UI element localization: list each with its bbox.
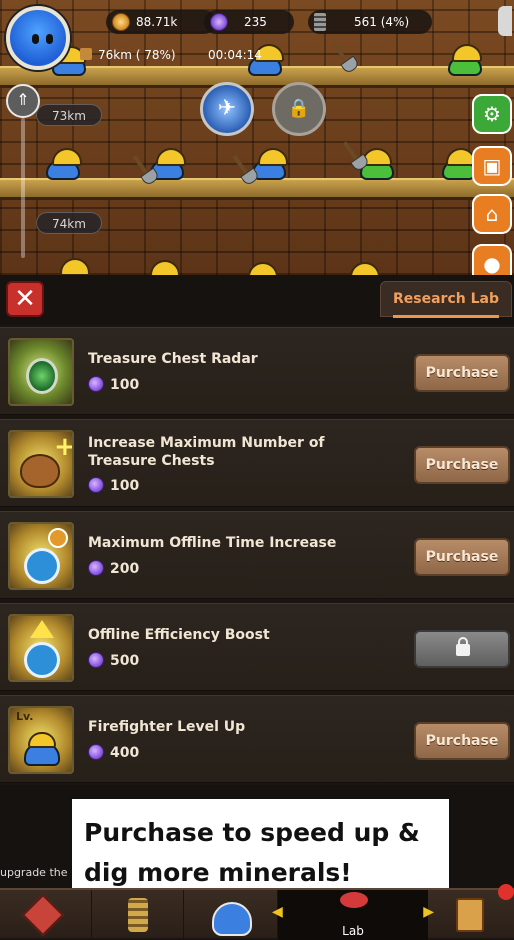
- depth-scroll-track[interactable]: [21, 118, 25, 258]
- miner-helmet: [248, 262, 278, 275]
- settings-gear-button[interactable]: ⚙: [472, 94, 512, 134]
- nav-drill[interactable]: [92, 890, 184, 940]
- wallet-icon: ▣: [482, 154, 502, 178]
- cost-value: 400: [110, 745, 140, 761]
- depth-progress: 76km ( 78%) 00:04:14: [80, 46, 280, 66]
- close-button[interactable]: ✕: [6, 281, 44, 317]
- caption-line-2: dig more minerals!: [84, 858, 352, 887]
- research-item: Lv. Firefighter Level Up 400 Purchase: [0, 695, 514, 783]
- gold-value: 88.71k: [136, 15, 178, 29]
- chevron-left-icon: ◀: [272, 904, 283, 920]
- purchase-button[interactable]: Purchase: [414, 354, 510, 392]
- shovel-icon: [232, 155, 252, 179]
- mineral-icon: [21, 893, 65, 937]
- nav-slime[interactable]: [184, 890, 278, 940]
- purchase-button[interactable]: Purchase: [414, 538, 510, 576]
- gem-counter: 235: [204, 10, 294, 34]
- research-name: Offline Efficiency Boost: [88, 627, 270, 643]
- shop-button[interactable]: ⌂: [472, 194, 512, 234]
- gem-value: 235: [244, 15, 267, 29]
- research-panel-header: ✕ Research Lab: [0, 275, 514, 325]
- gem-icon: [88, 652, 104, 668]
- close-icon: ✕: [14, 284, 36, 314]
- depth-marker: 74km: [36, 212, 102, 234]
- offline-boost-icon: [8, 614, 74, 682]
- firefighter-level-icon: Lv.: [8, 706, 74, 774]
- scroll-up-button[interactable]: ⇑: [6, 84, 40, 118]
- miner-helmet: [150, 260, 180, 275]
- nav-lab[interactable]: ◀ Lab ▶: [272, 890, 434, 940]
- locked-button[interactable]: [414, 630, 510, 668]
- shovel-icon: [342, 141, 362, 165]
- research-item: Offline Efficiency Boost 500: [0, 603, 514, 691]
- player-avatar[interactable]: [6, 6, 70, 70]
- research-item: Treasure Chest Radar 100 Purchase: [0, 327, 514, 415]
- capacity-value: 561 (4%): [354, 15, 410, 29]
- bottom-navigation: ◀ Lab ▶: [0, 884, 514, 940]
- gem-icon: [210, 13, 228, 31]
- nav-quest[interactable]: [428, 884, 514, 940]
- mine-ledge: [0, 178, 514, 200]
- notification-dot: [498, 884, 514, 900]
- research-cost: 100: [88, 477, 139, 494]
- offline-time-icon: [8, 522, 74, 590]
- lab-icon: [340, 892, 368, 908]
- hint-text: upgrade the c: [0, 866, 72, 879]
- mine-game-view: 73km 74km ⇑ ✈ 🔒 88.71k 235 561 (4%) 76km…: [0, 0, 514, 275]
- drill-capacity-icon: [314, 13, 326, 31]
- depth-progress-text: 76km ( 78%): [98, 48, 176, 62]
- research-cost: 200: [88, 560, 139, 577]
- purchase-button[interactable]: Purchase: [414, 446, 510, 484]
- research-name: Increase Maximum Number of Treasure Ches…: [88, 435, 325, 469]
- research-cost: 100: [88, 376, 139, 393]
- miner-helmet: [60, 258, 90, 275]
- scroll-quest-icon: [456, 898, 484, 932]
- research-name: Treasure Chest Radar: [88, 351, 258, 367]
- gold-counter: 88.71k: [106, 10, 216, 34]
- resource-bar: 88.71k 235 561 (4%): [62, 6, 512, 36]
- caption-line-1: Purchase to speed up &: [84, 818, 420, 847]
- menu-handle[interactable]: [498, 6, 512, 36]
- gem-icon: [88, 744, 104, 760]
- treasure-bag-icon: +: [8, 430, 74, 498]
- research-cost: 500: [88, 652, 139, 669]
- research-cost: 400: [88, 744, 139, 761]
- depth-marker: 73km: [36, 104, 102, 126]
- tab-research-lab[interactable]: Research Lab: [380, 281, 512, 318]
- cost-value: 100: [110, 478, 140, 494]
- capacity-counter: 561 (4%): [308, 10, 432, 34]
- gem-icon: [88, 376, 104, 392]
- shovel-icon: [132, 155, 152, 179]
- gem-icon: [88, 560, 104, 576]
- depth-icon: [80, 48, 92, 60]
- research-item: Maximum Offline Time Increase 200 Purcha…: [0, 511, 514, 599]
- nav-minerals[interactable]: [0, 890, 92, 940]
- miner-helmet: [350, 262, 380, 275]
- locked-skill-button[interactable]: 🔒: [272, 82, 326, 136]
- gold-coin-icon: [112, 13, 130, 31]
- radar-icon: [8, 338, 74, 406]
- research-name: Maximum Offline Time Increase: [88, 535, 337, 551]
- pet-icon: ●: [483, 252, 501, 275]
- cost-value: 100: [110, 377, 140, 393]
- wallet-button[interactable]: ▣: [472, 146, 512, 186]
- cost-value: 500: [110, 653, 140, 669]
- gear-icon: ⚙: [483, 102, 501, 126]
- nav-lab-label: Lab: [342, 924, 364, 938]
- airplane-skill-button[interactable]: ✈: [200, 82, 254, 136]
- shop-icon: ⌂: [485, 202, 499, 226]
- research-name: Firefighter Level Up: [88, 719, 246, 735]
- promo-caption: Purchase to speed up & dig more minerals…: [70, 797, 451, 901]
- pet-button[interactable]: ●: [472, 244, 512, 275]
- gem-icon: [88, 477, 104, 493]
- purchase-button[interactable]: Purchase: [414, 722, 510, 760]
- drill-icon: [128, 898, 148, 932]
- slime-icon: [212, 902, 252, 936]
- timer-text: 00:04:14: [208, 48, 262, 62]
- shovel-icon: [332, 43, 352, 67]
- research-item: + Increase Maximum Number of Treasure Ch…: [0, 419, 514, 507]
- cost-value: 200: [110, 561, 140, 577]
